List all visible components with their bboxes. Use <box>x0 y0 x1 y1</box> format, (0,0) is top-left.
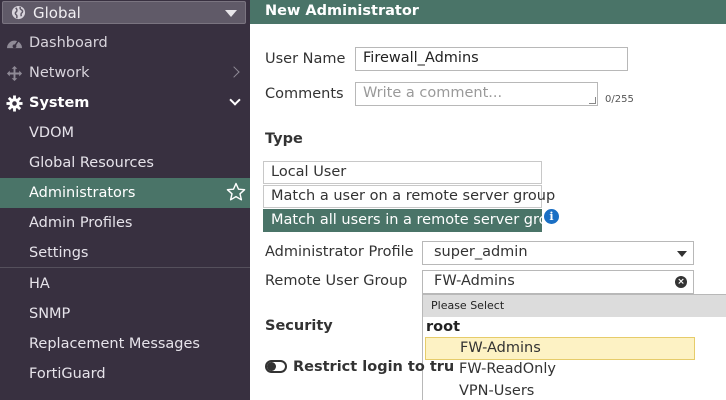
admin-profile-label: Administrator Profile <box>265 244 414 260</box>
remote-group-dropdown: Please Select root FW-Admins FW-ReadOnly… <box>422 294 726 400</box>
sidebar-item-administrators[interactable]: Administrators <box>0 178 250 208</box>
sidebar-item-label: FortiGuard <box>29 366 106 382</box>
sidebar-item-label: Dashboard <box>29 35 108 51</box>
dropdown-option-label: FW-ReadOnly <box>459 361 556 377</box>
restrict-login-toggle[interactable] <box>265 360 287 373</box>
type-option-match-all-users[interactable]: Match all users in a remote server group <box>263 209 566 232</box>
sidebar-item-ha[interactable]: HA <box>0 269 250 299</box>
user-name-value: Firewall_Admins <box>363 50 479 66</box>
vdom-select[interactable]: Global <box>2 1 246 24</box>
dropdown-option-label: FW-Admins <box>460 340 541 356</box>
sidebar-item-global-resources[interactable]: Global Resources <box>0 148 250 178</box>
dropdown-option-fw-readonly[interactable]: FW-ReadOnly <box>425 359 695 382</box>
sidebar-item-label: VDOM <box>29 125 75 141</box>
type-option-label: Match all users in a remote server group <box>271 212 566 228</box>
admin-profile-select[interactable]: super_admin <box>422 241 694 265</box>
sidebar-item-vdom[interactable]: VDOM <box>0 118 250 148</box>
sidebar-item-system[interactable]: System <box>0 88 250 118</box>
toggle-knob <box>267 362 276 371</box>
sidebar-item-label: Administrators <box>29 185 136 201</box>
sidebar-item-network[interactable]: Network <box>0 58 250 88</box>
sidebar-item-admin-profiles[interactable]: Admin Profiles <box>0 208 250 238</box>
sidebar: Global Dashboard Network System VDOM Glo… <box>0 0 250 400</box>
sidebar-item-label: System <box>29 95 90 111</box>
type-option-local-user[interactable]: Local User <box>263 161 542 184</box>
page-title: New Administrator <box>265 3 419 19</box>
remote-user-group-select[interactable]: FW-Admins × <box>422 270 694 294</box>
sidebar-item-label: Global Resources <box>29 155 154 171</box>
comments-textarea[interactable]: Write a comment... <box>355 82 598 106</box>
chevron-right-icon <box>228 66 240 78</box>
dropdown-option-vpn-users[interactable]: VPN-Users <box>425 381 695 400</box>
vdom-label: Global <box>33 4 81 22</box>
gear-icon <box>6 95 23 116</box>
dropdown-group-label: root <box>426 319 461 335</box>
type-option-match-user[interactable]: Match a user on a remote server group <box>263 185 555 208</box>
clear-icon[interactable]: × <box>675 276 687 288</box>
remote-user-group-label: Remote User Group <box>265 273 408 289</box>
sidebar-item-label: SNMP <box>29 306 71 322</box>
resize-grip-icon[interactable] <box>589 97 596 104</box>
remote-user-group-value: FW-Admins <box>434 273 515 289</box>
globe-icon <box>11 5 26 24</box>
sidebar-item-label: Network <box>29 65 90 81</box>
comments-label: Comments <box>265 86 344 102</box>
dashboard-icon <box>6 35 23 54</box>
user-name-input[interactable]: Firewall_Admins <box>355 47 628 71</box>
sidebar-item-replacement-messages[interactable]: Replacement Messages <box>0 329 250 359</box>
sidebar-item-label: Admin Profiles <box>29 215 133 231</box>
sidebar-item-label: Settings <box>29 245 89 261</box>
dropdown-header-label: Please Select <box>431 299 505 312</box>
sidebar-item-label: Replacement Messages <box>29 336 200 352</box>
sidebar-item-snmp[interactable]: SNMP <box>0 299 250 329</box>
sidebar-item-dashboard[interactable]: Dashboard <box>0 28 250 58</box>
restrict-login-label: Restrict login to tru <box>293 359 455 375</box>
type-option-label: Local User <box>271 164 347 180</box>
info-icon[interactable]: i <box>544 209 559 224</box>
comments-placeholder: Write a comment... <box>363 85 503 101</box>
chevron-down-icon <box>225 10 237 17</box>
sidebar-divider <box>0 267 250 268</box>
network-icon <box>6 65 23 86</box>
dropdown-header: Please Select <box>423 295 726 317</box>
user-name-label: User Name <box>265 51 346 67</box>
security-heading: Security <box>265 318 333 334</box>
admin-profile-value: super_admin <box>434 244 528 260</box>
sidebar-item-settings[interactable]: Settings <box>0 238 250 268</box>
dropdown-option-label: VPN-Users <box>459 383 535 399</box>
chevron-down-icon <box>677 251 687 257</box>
star-icon[interactable] <box>226 182 246 206</box>
comments-counter: 0/255 <box>605 94 634 105</box>
sidebar-item-label: HA <box>29 276 50 292</box>
chevron-down-icon <box>229 94 241 106</box>
dropdown-option-fw-admins[interactable]: FW-Admins <box>425 337 695 360</box>
type-heading: Type <box>265 131 303 147</box>
page-header: New Administrator <box>250 0 726 24</box>
sidebar-item-fortiguard[interactable]: FortiGuard <box>0 359 250 389</box>
type-option-label: Match a user on a remote server group <box>271 188 556 204</box>
